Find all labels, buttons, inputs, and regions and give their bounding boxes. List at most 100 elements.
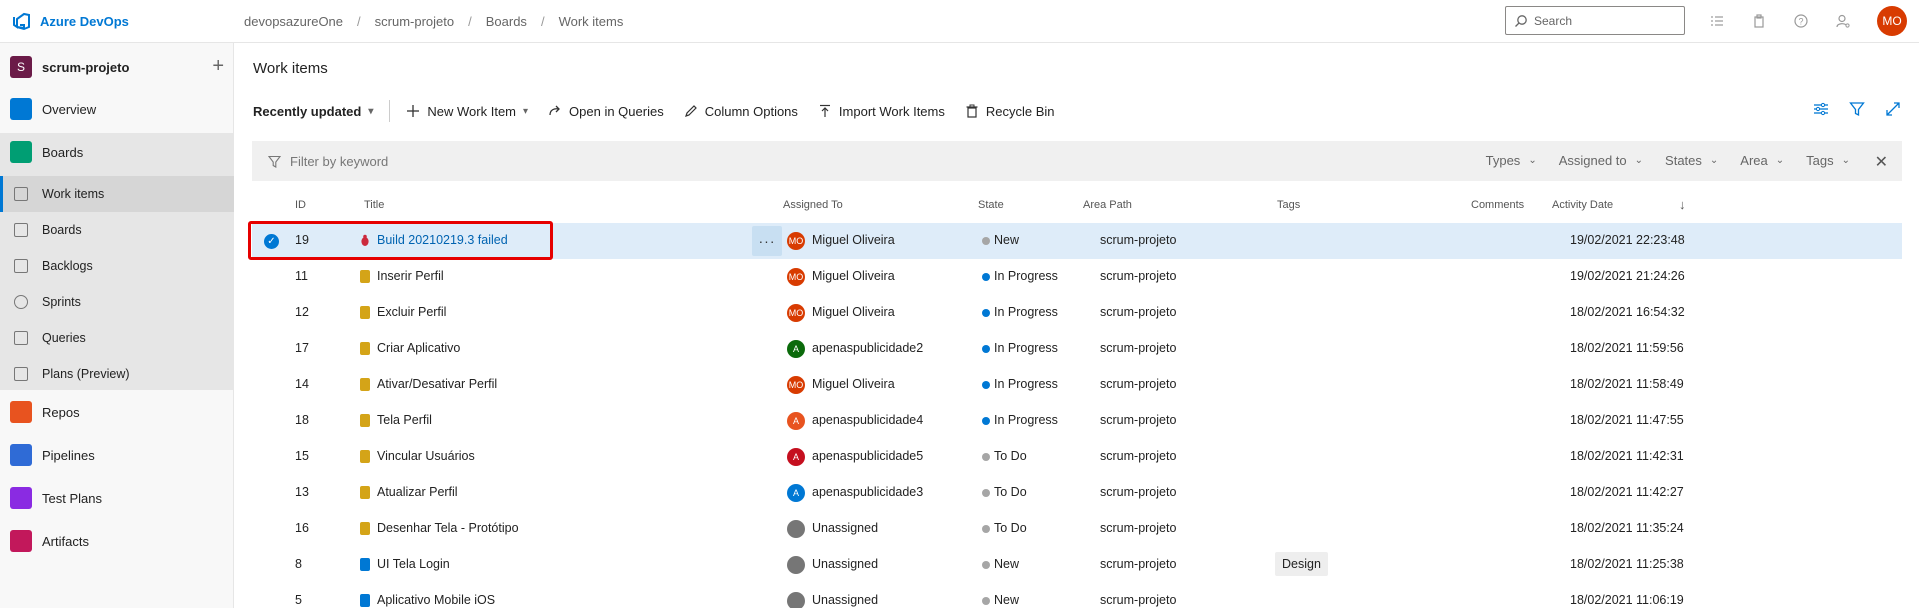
unassigned-avatar-icon — [787, 520, 805, 538]
list-settings-icon[interactable] — [1708, 12, 1726, 30]
table-row[interactable]: 17 Criar Aplicativo A apenaspublicidade2… — [252, 331, 1902, 367]
more-actions-button[interactable]: ··· — [752, 226, 782, 256]
marketplace-bag-icon[interactable] — [1750, 12, 1768, 30]
sidebar-item-sprints[interactable]: Sprints — [0, 284, 234, 320]
search-input[interactable]: Search — [1505, 6, 1685, 35]
table-row[interactable]: 5 Aplicativo Mobile iOS Unassigned New s… — [252, 583, 1902, 608]
types-filter-dropdown[interactable]: Types ⌄ — [1486, 153, 1537, 168]
import-work-items-button[interactable]: Import Work Items — [818, 104, 945, 119]
tags-filter-dropdown[interactable]: Tags ⌄ — [1806, 153, 1850, 168]
unassigned-avatar-icon — [787, 592, 805, 608]
user-settings-icon[interactable] — [1834, 12, 1852, 30]
row-title-link[interactable]: Tela Perfil — [377, 413, 432, 427]
row-title-link[interactable]: Aplicativo Mobile iOS — [377, 593, 495, 607]
sidebar-item-plans[interactable]: Plans (Preview) — [0, 356, 234, 392]
chevron-down-icon: ⌄ — [1775, 155, 1785, 166]
table-row[interactable]: 8 UI Tela Login Unassigned New scrum-pro… — [252, 547, 1902, 583]
brand-name: Azure DevOps — [40, 13, 129, 29]
sidebar-item-label: Test Plans — [42, 490, 102, 506]
row-title-link[interactable]: Ativar/Desativar Perfil — [377, 377, 497, 391]
recycle-bin-button[interactable]: Recycle Bin — [965, 104, 1055, 119]
sidebar-item-boards-hub[interactable]: Boards — [0, 134, 234, 170]
sort-descending-icon[interactable]: ↓ — [1679, 197, 1686, 212]
row-title-link[interactable]: Atualizar Perfil — [377, 485, 458, 499]
column-header-state[interactable]: State — [978, 199, 1004, 211]
row-state: To Do — [994, 521, 1027, 535]
row-id: 15 — [295, 449, 309, 463]
row-title-link[interactable]: Criar Aplicativo — [377, 341, 460, 355]
add-icon[interactable]: + — [212, 55, 224, 77]
row-area-path: scrum-projeto — [1100, 269, 1177, 283]
view-options-icon[interactable] — [1813, 101, 1829, 117]
breadcrumb-work-items[interactable]: Work items — [559, 14, 624, 29]
divider — [389, 100, 391, 122]
close-icon[interactable]: ✕ — [1875, 152, 1888, 172]
column-header-area-path[interactable]: Area Path — [1083, 199, 1132, 211]
row-id: 16 — [295, 521, 309, 535]
table-row[interactable]: 15 Vincular Usuários A apenaspublicidade… — [252, 439, 1902, 475]
breadcrumb-project[interactable]: scrum-projeto — [375, 14, 454, 29]
help-icon[interactable]: ? — [1792, 12, 1810, 30]
table-row[interactable]: 12 Excluir Perfil MO Miguel Oliveira In … — [252, 295, 1902, 331]
project-header[interactable]: S scrum-projeto + — [10, 53, 224, 81]
column-header-assigned-to[interactable]: Assigned To — [783, 199, 843, 211]
sidebar-item-boards[interactable]: Boards — [0, 212, 234, 248]
assigned-to-filter-dropdown[interactable]: Assigned to ⌄ — [1559, 153, 1643, 168]
row-title-link[interactable]: Vincular Usuários — [377, 449, 475, 463]
overview-icon — [10, 98, 32, 120]
tag-badge[interactable]: Design — [1275, 552, 1328, 576]
keyword-filter-input[interactable]: Filter by keyword — [268, 154, 388, 169]
row-title-link[interactable]: UI Tela Login — [377, 557, 450, 571]
row-title-link[interactable]: Desenhar Tela - Protótipo — [377, 521, 519, 535]
view-selector-button[interactable]: Recently updated ▾ — [253, 104, 373, 119]
chevron-down-icon: ⌄ — [1528, 155, 1537, 166]
new-work-item-button[interactable]: New Work Item ▾ — [406, 104, 528, 119]
filter-dropdowns: Types ⌄ Assigned to ⌄ States ⌄ Area ⌄ Tags ⌄ — [1486, 153, 1850, 168]
toolbar: Recently updated ▾ New Work Item ▾ Open … — [253, 99, 1075, 123]
table-row[interactable]: 13 Atualizar Perfil A apenaspublicidade3… — [252, 475, 1902, 511]
state-dot — [982, 345, 990, 353]
open-in-queries-button[interactable]: Open in Queries — [548, 104, 664, 119]
sidebar-item-work-items[interactable]: Work items — [0, 176, 234, 212]
breadcrumb-org[interactable]: devopsazureOne — [244, 14, 343, 29]
row-state: In Progress — [994, 305, 1058, 319]
fullscreen-icon[interactable] — [1885, 101, 1901, 117]
sidebar-item-repos[interactable]: Repos — [0, 394, 234, 430]
column-header-activity-date[interactable]: Activity Date — [1552, 199, 1613, 211]
column-header-title[interactable]: Title — [364, 199, 384, 211]
area-filter-dropdown[interactable]: Area ⌄ — [1740, 153, 1784, 168]
user-avatar[interactable]: MO — [1877, 6, 1907, 36]
avatar: MO — [787, 304, 805, 322]
row-title-link[interactable]: Excluir Perfil — [377, 305, 446, 319]
column-header-tags[interactable]: Tags — [1277, 199, 1300, 211]
search-icon — [1515, 14, 1527, 27]
row-activity-date: 18/02/2021 11:42:31 — [1570, 449, 1684, 463]
redo-arrow-icon — [549, 105, 560, 116]
column-header-id[interactable]: ID — [295, 199, 306, 211]
backlog-item-icon — [360, 486, 370, 499]
table-row[interactable]: ✓ 19 Build 20210219.3 failed ··· MO Migu… — [252, 223, 1902, 259]
sidebar-item-test-plans[interactable]: Test Plans — [0, 480, 234, 516]
sidebar-item-overview[interactable]: Overview — [0, 91, 234, 127]
chevron-down-icon: ▾ — [368, 105, 374, 117]
row-title-link[interactable]: Inserir Perfil — [377, 269, 444, 283]
table-row[interactable]: 14 Ativar/Desativar Perfil MO Miguel Oli… — [252, 367, 1902, 403]
sidebar-item-pipelines[interactable]: Pipelines — [0, 437, 234, 473]
column-options-button[interactable]: Column Options — [684, 104, 798, 119]
row-assigned-to: apenaspublicidade3 — [812, 485, 924, 499]
states-filter-dropdown[interactable]: States ⌄ — [1665, 153, 1718, 168]
column-header-comments[interactable]: Comments — [1471, 199, 1524, 211]
table-row[interactable]: 18 Tela Perfil A apenaspublicidade4 In P… — [252, 403, 1902, 439]
row-assigned-to: Unassigned — [812, 557, 879, 571]
sidebar-item-queries[interactable]: Queries — [0, 320, 234, 356]
sidebar-item-artifacts[interactable]: Artifacts — [0, 523, 234, 559]
breadcrumb-boards[interactable]: Boards — [486, 14, 527, 29]
filter-icon[interactable] — [1849, 101, 1865, 117]
table-row[interactable]: 16 Desenhar Tela - Protótipo Unassigned … — [252, 511, 1902, 547]
sidebar-item-backlogs[interactable]: Backlogs — [0, 248, 234, 284]
checkmark-icon[interactable]: ✓ — [264, 234, 279, 249]
top-bar: Azure DevOps devopsazureOne / scrum-proj… — [0, 0, 1919, 43]
row-title-link[interactable]: Build 20210219.3 failed — [377, 233, 508, 247]
brand[interactable]: Azure DevOps — [12, 11, 129, 31]
table-row[interactable]: 11 Inserir Perfil MO Miguel Oliveira In … — [252, 259, 1902, 295]
